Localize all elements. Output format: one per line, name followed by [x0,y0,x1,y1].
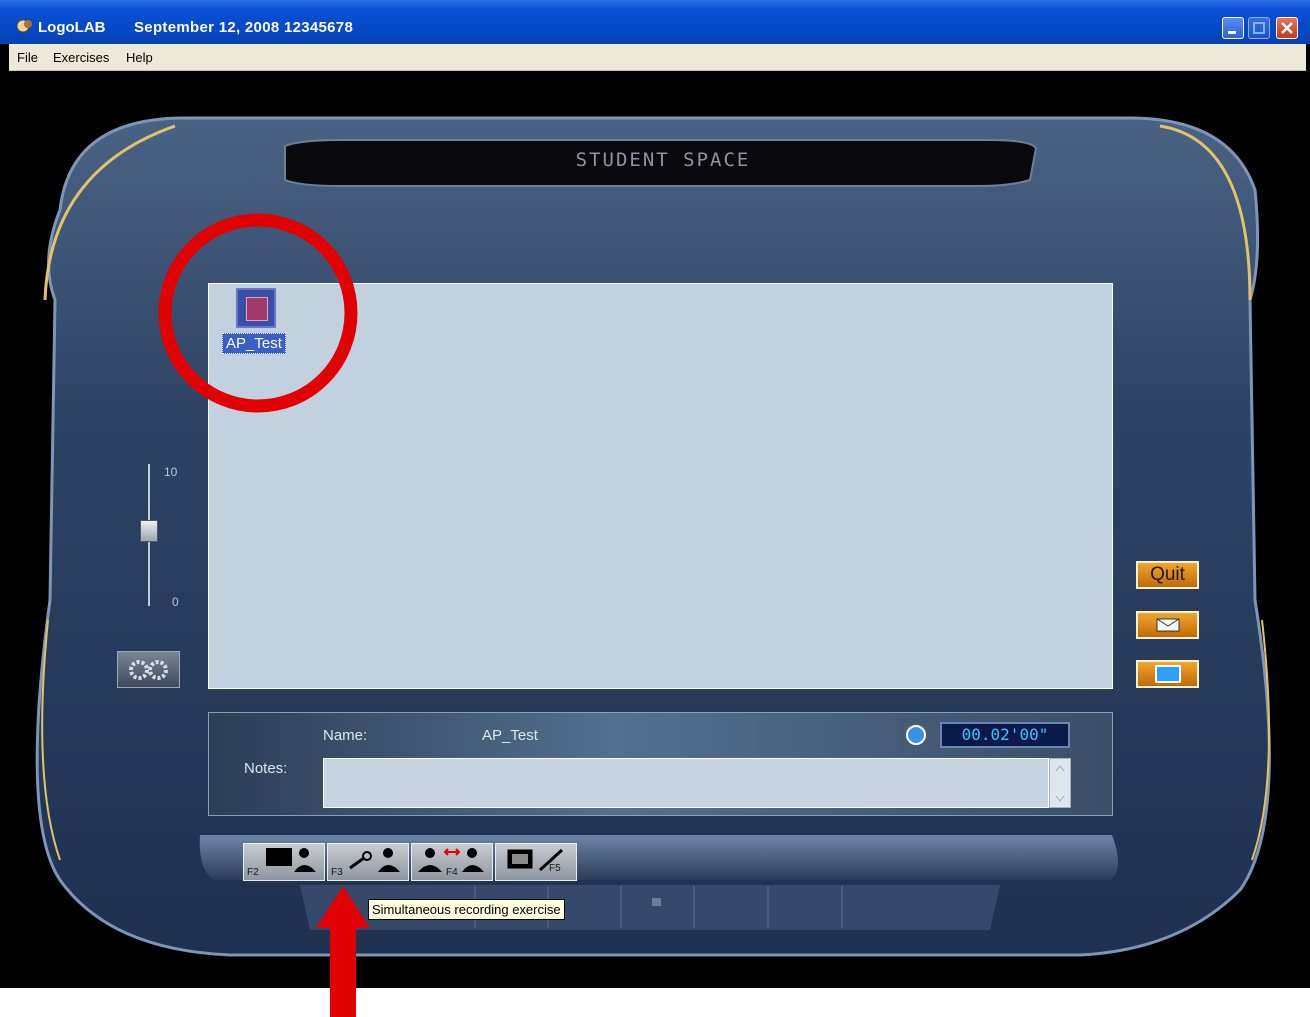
annotation-layer [158,213,370,1017]
highlight-circle [158,213,358,413]
highlight-arrow [316,886,370,1017]
